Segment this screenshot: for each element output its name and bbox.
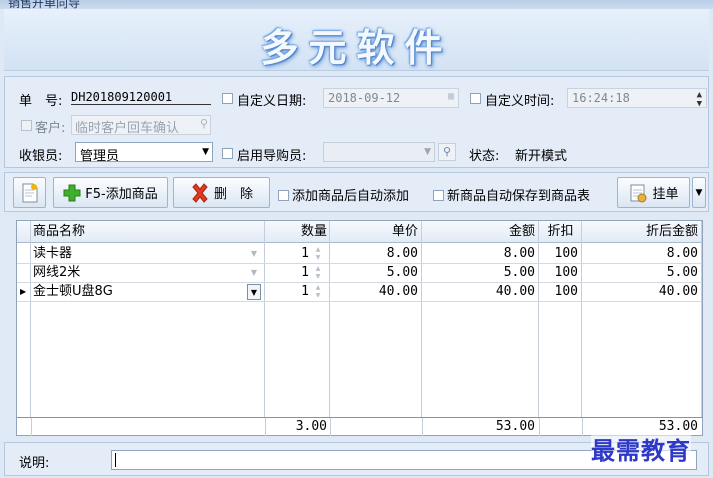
watermark-logo: 最需教育 [591, 431, 691, 466]
hold-order-dropdown[interactable]: ▼ [692, 177, 706, 208]
guide-checkbox[interactable] [222, 148, 233, 159]
header-price[interactable]: 单价 [332, 223, 418, 241]
table-cell-price[interactable]: 5.00 [332, 264, 418, 282]
table-cell-net[interactable]: 40.00 [584, 283, 698, 301]
header-net[interactable]: 折后金额 [584, 223, 698, 241]
chevron-down-icon: ▼ [424, 147, 431, 157]
guide-search-icon[interactable]: ⚲ [438, 143, 456, 161]
calendar-icon: ▦ [447, 91, 454, 102]
custom-time-field[interactable]: 16:24:18 ▲ ▼ [567, 88, 707, 109]
table-cell-name[interactable]: 金士顿U盘8G [33, 283, 233, 301]
table-cell-amount[interactable]: 8.00 [424, 245, 535, 263]
cashier-value: 管理员 [80, 149, 120, 164]
table-cell-discount[interactable]: 100 [541, 283, 578, 301]
table-cell-discount[interactable]: 100 [541, 245, 578, 263]
table-cell-amount[interactable]: 5.00 [424, 264, 535, 282]
row-divider [17, 301, 702, 302]
header-discount[interactable]: 折扣 [541, 223, 580, 241]
customer-label: 客户: [35, 121, 66, 136]
table-cell-price[interactable]: 40.00 [332, 283, 418, 301]
hold-order-label: 挂单 [652, 187, 679, 202]
auto-save-label: 新商品自动保存到商品表 [447, 189, 591, 204]
plus-icon [63, 184, 81, 202]
text-caret [115, 453, 116, 467]
total-amount: 53.00 [495, 419, 535, 434]
chevron-down-icon[interactable]: ▼ [247, 284, 261, 300]
toolbar: F5-添加商品 删 除 添加商品后自动添加 新商品自动保存到商品表 挂单 ▼ [4, 172, 709, 212]
chevron-down-icon: ▼ [202, 147, 209, 157]
time-spinner-icon[interactable]: ▲ ▼ [697, 91, 702, 109]
header-qty[interactable]: 数量 [267, 223, 327, 241]
product-grid: 商品名称 数量 单价 金额 折扣 折后金额 读卡器 ▼ 1 ▲ ▼ 8.00 8.… [16, 220, 703, 436]
table-cell-net[interactable]: 8.00 [584, 245, 698, 263]
auto-save-option[interactable]: 新商品自动保存到商品表 [433, 185, 590, 204]
table-cell-amount[interactable]: 40.00 [424, 283, 535, 301]
custom-date-value: 2018-09-12 [328, 91, 401, 105]
table-cell-qty[interactable]: 1 [267, 245, 309, 263]
chevron-down-icon: ▼ [695, 187, 703, 198]
banner-title: 多元软件 [260, 25, 453, 70]
table-cell-price[interactable]: 8.00 [332, 245, 418, 263]
add-product-label: F5-添加商品 [85, 187, 158, 202]
qty-spinner-icon[interactable]: ▲ ▼ [313, 246, 323, 262]
chevron-down-icon[interactable]: ▼ [247, 265, 261, 281]
qty-spinner-icon[interactable]: ▲ ▼ [313, 265, 323, 281]
qty-spinner-icon[interactable]: ▲ ▼ [313, 284, 323, 300]
current-row-indicator-icon: ▶ [20, 287, 27, 296]
chevron-down-icon[interactable]: ▼ [247, 246, 261, 262]
guide-label: 启用导购员: [237, 149, 307, 164]
custom-time-checkbox[interactable] [470, 93, 481, 104]
header-name[interactable]: 商品名称 [33, 223, 233, 241]
table-cell-discount[interactable]: 100 [541, 264, 578, 282]
customer-value: 临时客户回车确认 [75, 121, 180, 136]
total-qty: 3.00 [295, 419, 327, 434]
table-cell-name[interactable]: 读卡器 [33, 245, 233, 263]
cashier-select[interactable]: 管理员 ▼ [75, 142, 213, 164]
order-form: 单 号: DH201809120001 自定义日期: 2018-09-12 ▦ … [4, 76, 709, 168]
auto-save-checkbox[interactable] [433, 190, 444, 201]
status-value: 新开模式 [515, 149, 568, 164]
table-cell-name[interactable]: 网线2米 [33, 264, 233, 282]
hold-order-icon [628, 183, 648, 203]
customer-search-icon[interactable]: ⚲ [200, 117, 208, 130]
description-label: 说明: [19, 456, 50, 471]
delete-label: 删 除 [213, 187, 253, 202]
row-indicator-column [17, 221, 31, 417]
delete-button[interactable]: 删 除 [173, 177, 270, 208]
banner: 多元软件 [4, 9, 709, 71]
table-cell-qty[interactable]: 1 [267, 283, 309, 301]
add-product-button[interactable]: F5-添加商品 [53, 177, 168, 208]
guide-select[interactable]: ▼ [323, 142, 435, 162]
window-titlebar: 销售开单向导 [0, 0, 713, 9]
table-cell-net[interactable]: 5.00 [584, 264, 698, 282]
status-label: 状态: [469, 149, 500, 164]
cashier-label: 收银员: [19, 149, 63, 164]
custom-date-checkbox[interactable] [222, 93, 233, 104]
customer-checkbox[interactable] [21, 120, 32, 131]
auto-add-checkbox[interactable] [278, 190, 289, 201]
auto-add-option[interactable]: 添加商品后自动添加 [278, 185, 409, 204]
custom-time-value: 16:24:18 [572, 91, 630, 105]
order-no-label: 单 号: [19, 94, 63, 109]
custom-date-field[interactable]: 2018-09-12 ▦ [323, 88, 459, 108]
header-amount[interactable]: 金额 [424, 223, 535, 241]
order-no-value[interactable]: DH201809120001 [71, 90, 211, 105]
window-title: 销售开单向导 [8, 0, 81, 9]
customer-field[interactable]: 临时客户回车确认 ⚲ [71, 115, 211, 136]
custom-time-label: 自定义时间: [485, 94, 555, 109]
new-order-button[interactable] [13, 177, 46, 208]
custom-date-label: 自定义日期: [237, 94, 307, 109]
hold-order-button[interactable]: 挂单 [617, 177, 690, 208]
new-document-icon [21, 183, 39, 203]
auto-add-label: 添加商品后自动添加 [292, 189, 410, 204]
delete-x-icon [190, 182, 210, 203]
table-cell-qty[interactable]: 1 [267, 264, 309, 282]
